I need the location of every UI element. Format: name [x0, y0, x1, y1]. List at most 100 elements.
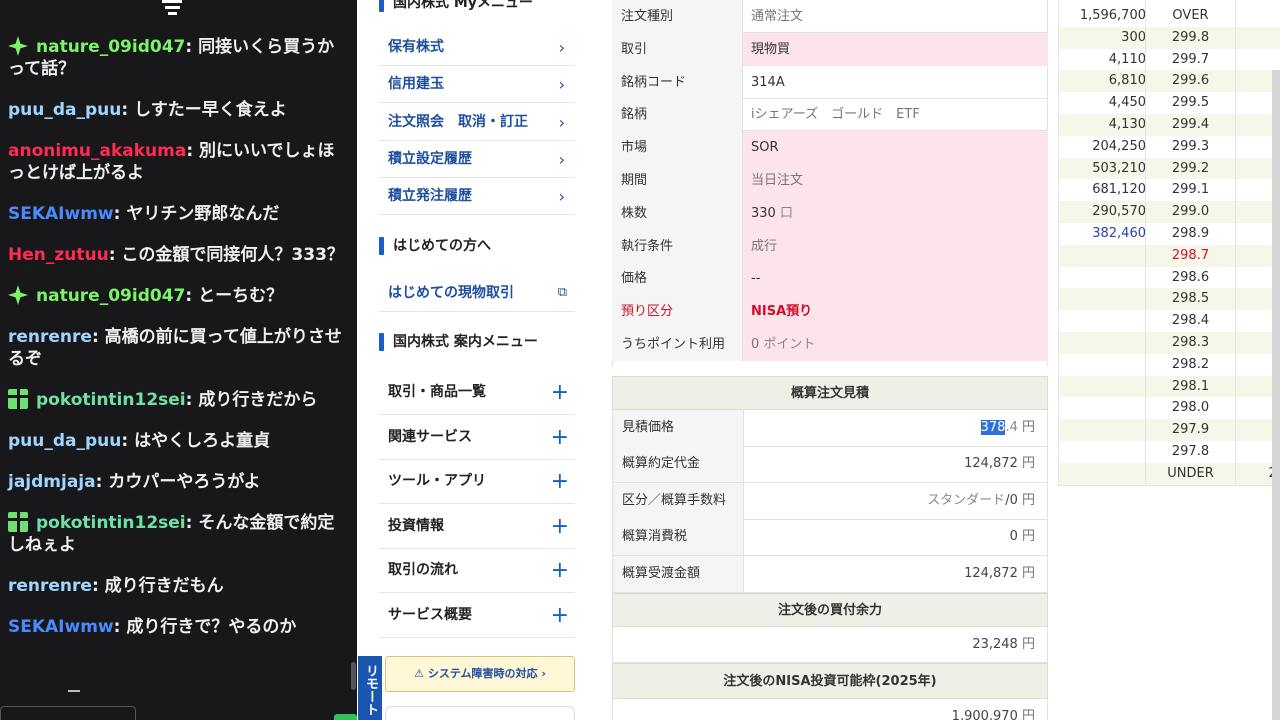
order-value-text: 314A [751, 74, 785, 90]
book-buy-quantity: 1,596,700 [1079, 8, 1146, 23]
beginners-spot-trading-link[interactable]: はじめての現物取引 ⧉ [379, 274, 575, 312]
order-book-row[interactable]: 298.2 [1059, 354, 1280, 376]
order-book-row[interactable]: 4,110 299.7 [1059, 49, 1280, 71]
chat-username[interactable]: pokotintin12sei [36, 390, 186, 410]
book-price: 299.3 [1171, 138, 1210, 154]
chat-username[interactable]: puu_da_puu [8, 100, 121, 120]
chat-username[interactable]: pokotintin12sei [36, 513, 186, 533]
book-price: 297.9 [1171, 422, 1210, 438]
order-book-row[interactable]: 297.9 [1059, 419, 1280, 441]
estimate-row: 概算受渡金額 124,872 円 [612, 555, 1048, 593]
order-book-row[interactable]: 298.1 [1059, 375, 1280, 398]
chat-username[interactable]: jajdmjaja [8, 472, 96, 492]
estimate-row-label: 概算受渡金額 [613, 555, 744, 592]
order-book-row[interactable]: 6,810 299.6 [1059, 70, 1280, 93]
order-row: 銘柄 iシェアーズ ゴールド ETF [612, 98, 1048, 132]
order-book-row[interactable]: 382,460 298.9 [1059, 223, 1280, 245]
order-book-row[interactable]: 298.4 [1059, 310, 1280, 332]
book-price: 298.3 [1171, 335, 1210, 350]
order-value-text: 通常注文 [751, 9, 804, 24]
chat-message-text: : はやくしろよ童貞 [121, 431, 271, 451]
page-scrollbar[interactable] [1272, 70, 1280, 720]
chat-username[interactable]: nature_09id047 [36, 37, 185, 57]
order-row-label: 取引 [612, 32, 743, 66]
book-price: 298.0 [1171, 400, 1210, 416]
book-price: 299.8 [1171, 29, 1210, 45]
my-menu-item[interactable]: 注文照会 取消・訂正 › [379, 104, 575, 141]
estimate-row-label: 概算消費税 [613, 519, 744, 555]
guide-menu-item[interactable]: ツール・アプリ + [379, 459, 575, 505]
chat-message: pokotintin12sei: 成り行きだから [8, 389, 344, 411]
chat-username[interactable]: Hen_zutuu [8, 245, 109, 265]
order-book-row[interactable]: 503,210 299.2 [1059, 157, 1280, 180]
estimate-amount: /0 [1005, 492, 1018, 508]
order-book-row[interactable]: 4,130 299.4 [1059, 114, 1280, 136]
order-row-value: 314A [743, 66, 1048, 99]
chat-username[interactable]: renrenre [8, 327, 92, 347]
order-book-row[interactable]: 297.8 [1059, 441, 1280, 463]
remote-support-tab[interactable]: リモート [358, 656, 382, 720]
chat-username[interactable]: puu_da_puu [8, 431, 121, 451]
collapse-handle-icon[interactable] [160, 0, 184, 20]
menu-bottom-box [385, 706, 575, 720]
book-price: 298.1 [1171, 378, 1210, 394]
my-menu-item[interactable]: 積立発注履歴 › [379, 178, 575, 216]
order-book-row[interactable]: 298.0 [1059, 397, 1280, 419]
chevron-right-icon: › [558, 75, 565, 95]
book-buy-quantity: 503,210 [1092, 160, 1146, 176]
order-book-row[interactable]: 1,596,700 OVER [1059, 5, 1280, 27]
estimate-price-decimal: .4 [1005, 420, 1018, 435]
order-row-value: 現物買 [743, 32, 1048, 66]
guide-menu-item[interactable]: 取引の流れ + [379, 548, 575, 594]
order-book-row[interactable]: UNDER2, [1059, 462, 1280, 485]
menu-item-label: 取引の流れ [388, 562, 458, 579]
order-book-row[interactable]: 298.3 [1059, 332, 1280, 354]
order-book-row[interactable]: 298.7 [1059, 244, 1280, 267]
book-price: 298.7 [1171, 247, 1210, 263]
chat-message: nature_09id047: 同接いくら買うかって話？ [8, 36, 344, 80]
chat-scrollbar[interactable] [351, 662, 356, 690]
book-buy-quantity: 4,110 [1108, 51, 1146, 67]
my-menu-item[interactable]: 保有株式 › [379, 29, 575, 66]
menu-item-label: 信用建玉 [388, 76, 444, 93]
guide-menu-item[interactable]: サービス概要 + [379, 593, 575, 638]
chat-message: pokotintin12sei: そんな金額で約定しねぇよ [8, 512, 344, 556]
order-row: 株数 330 口 [612, 196, 1048, 230]
book-price: 299.6 [1171, 73, 1210, 89]
order-value-unit: 口 [779, 205, 793, 221]
guide-menu-item[interactable]: 取引・商品一覧 + [379, 370, 575, 415]
chat-input[interactable] [0, 706, 136, 720]
my-menu-item[interactable]: 信用建玉 › [379, 66, 575, 104]
my-menu-item[interactable]: 積立設定履歴 › [379, 141, 575, 178]
chat-username[interactable]: SEKAIwmw [8, 617, 114, 637]
buying-power-title: 注文後の買付余力 [612, 593, 1048, 627]
order-book-row[interactable]: 681,120 299.1 [1059, 179, 1280, 201]
chat-username[interactable]: renrenre [8, 576, 92, 596]
order-book-row[interactable]: 298.6 [1059, 267, 1280, 289]
order-book-row[interactable]: 290,570 299.0 [1059, 201, 1280, 223]
chat-username[interactable]: anonimu_akakuma [8, 141, 186, 161]
chat-username[interactable]: SEKAIwmw [8, 204, 114, 224]
order-row-value: 0 ポイント [743, 328, 1048, 361]
chat-username[interactable]: nature_09id047 [36, 286, 185, 306]
estimate-row-value: スタンダード/0 円 [927, 483, 1035, 519]
book-price: 299.0 [1171, 204, 1210, 220]
nisa-limit-row: 1,900,970 円 [612, 699, 1048, 720]
my-menu-title: 国内株式 Myメニュー [379, 0, 533, 16]
expand-plus-icon: + [550, 558, 569, 584]
menu-item-label: はじめての現物取引 [388, 285, 514, 301]
order-book-row[interactable]: 298.5 [1059, 288, 1280, 311]
order-book-row[interactable]: 300 299.8 [1059, 26, 1280, 49]
buying-power-amount: 23,248 [972, 637, 1018, 652]
expand-plus-icon: + [550, 380, 569, 405]
order-book-row[interactable]: 4,450 299.5 [1059, 92, 1280, 114]
guide-menu-item[interactable]: 関連サービス + [379, 415, 575, 460]
order-book-row[interactable]: 204,250 299.3 [1059, 136, 1280, 158]
chat-send-button[interactable] [334, 714, 357, 720]
menu-item-label: 積立発注履歴 [388, 188, 472, 205]
chat-message: puu_da_puu: しすたー早く食えよ [8, 99, 344, 121]
guide-menu-item[interactable]: 投資情報 + [379, 504, 575, 549]
order-value-text: iシェアーズ ゴールド ETF [751, 107, 920, 123]
system-failure-notice-button[interactable]: ⚠ システム障害時の対応 › [385, 656, 575, 692]
estimate-amount: 124,872 [964, 456, 1018, 471]
